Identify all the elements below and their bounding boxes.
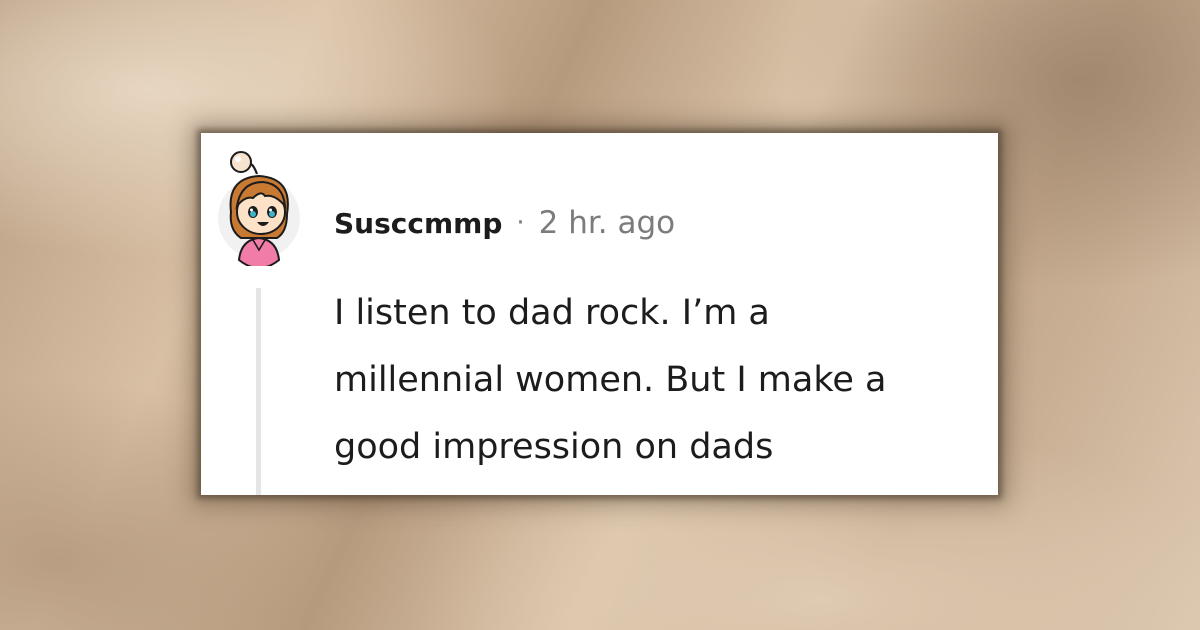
comment-body: I listen to dad rock. I’m a millennial w… xyxy=(334,280,984,481)
comment-body-line: good impression on dads xyxy=(334,427,774,467)
comment-body-line: millennial women. But I make a xyxy=(334,360,887,400)
comment-body-line: I listen to dad rock. I’m a xyxy=(334,293,770,333)
thread-line[interactable] xyxy=(256,288,261,495)
avatar-graphic xyxy=(218,151,300,270)
cartoon-girl-avatar-icon[interactable] xyxy=(217,148,301,270)
author-name[interactable]: Susccmmp xyxy=(334,207,502,240)
comment-meta: Susccmmp · 2 hr. ago xyxy=(334,201,675,245)
comment-card: Susccmmp · 2 hr. ago I listen to dad roc… xyxy=(201,133,998,495)
comment-timestamp[interactable]: 2 hr. ago xyxy=(539,205,675,241)
meta-separator: · xyxy=(516,208,525,238)
